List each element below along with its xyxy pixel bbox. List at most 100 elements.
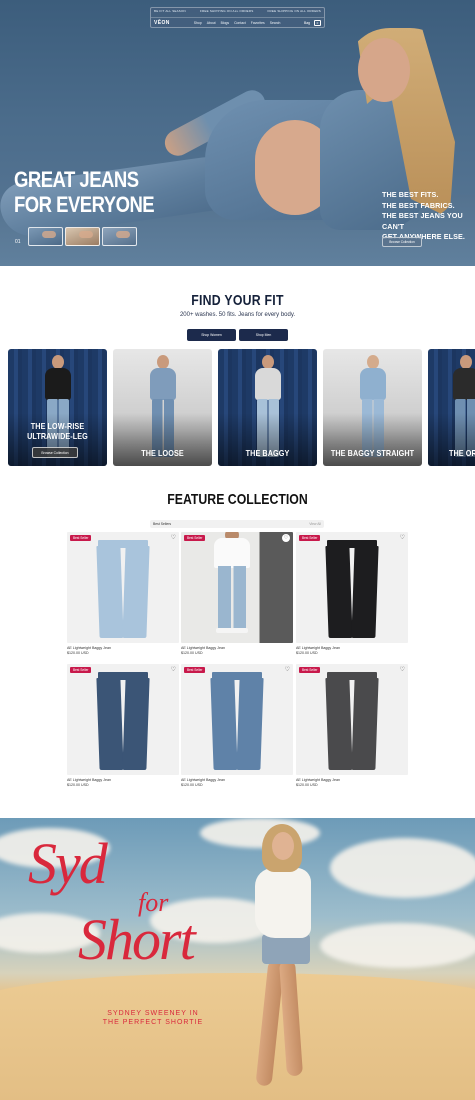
view-all-link[interactable]: View All xyxy=(309,522,321,526)
product-card[interactable]: Best Seller ♡ AE Lightweight Baggy Jean … xyxy=(296,664,408,787)
nav-favorites[interactable]: Favorites xyxy=(251,21,265,25)
campaign-subtitle-line2: THE PERFECT SHORTIE xyxy=(102,1019,204,1026)
fit-card-label: THE LOOSE xyxy=(141,448,184,458)
model-head xyxy=(51,355,64,369)
filter-label[interactable]: Best Sellers xyxy=(153,522,171,526)
sand-dune xyxy=(0,973,475,1100)
fit-card-original[interactable]: THE ORIGIN xyxy=(428,349,475,466)
nav-shop[interactable]: Shop xyxy=(194,21,202,25)
fit-card-label-line2: ULTRAWIDE-LEG xyxy=(27,431,88,441)
product-name[interactable]: AE Lightweight Baggy Jean xyxy=(67,778,179,782)
campaign-title-syd: Syd xyxy=(28,831,108,896)
campaign-subtitle: SYDNEY SWEENEY IN THE PERFECT SHORTIE xyxy=(88,1009,218,1027)
fit-card-low-rise[interactable]: THE LOW-RISE ULTRAWIDE-LEG Browse Collec… xyxy=(8,349,107,466)
product-price: $120.00 USD xyxy=(67,783,89,787)
fit-card-baggy-straight[interactable]: THE BAGGY STRAIGHT xyxy=(323,349,422,466)
jeans-illustration xyxy=(210,672,264,770)
jeans-leg xyxy=(351,678,379,770)
cloud xyxy=(200,818,320,848)
fit-model xyxy=(355,355,391,463)
site-logo[interactable]: VĒON xyxy=(154,20,170,26)
fit-model xyxy=(250,355,286,463)
product-model xyxy=(209,532,255,643)
fit-card-browse-button[interactable]: Browse Collection xyxy=(32,447,78,458)
hero-selling-points: THE BEST FITS. THE BEST FABRICS. THE BES… xyxy=(382,190,475,243)
campaign-banner[interactable]: Syd for Short xyxy=(0,818,475,1100)
product-price: $120.00 USD xyxy=(296,783,318,787)
model-top xyxy=(453,368,475,400)
jeans-illustration xyxy=(325,672,379,770)
product-name[interactable]: AE Lightweight Baggy Jean xyxy=(67,646,179,650)
jeans-leg xyxy=(122,546,150,638)
shop-women-button[interactable]: Shop Women xyxy=(187,329,236,341)
hero-point: THE BEST FITS. xyxy=(382,190,439,199)
fit-card-label: THE ORIGIN xyxy=(449,448,475,458)
heart-icon[interactable]: ♡ xyxy=(400,666,405,673)
product-image[interactable]: Best Seller ♡ xyxy=(181,532,293,643)
campaign-model-shorts xyxy=(262,934,310,964)
product-name[interactable]: AE Lightweight Baggy Jean xyxy=(181,646,293,650)
bag-button[interactable]: Bag 0 xyxy=(304,19,321,26)
browse-collection-button[interactable]: Browse Collection xyxy=(382,237,422,247)
best-seller-badge: Best Seller xyxy=(299,667,321,673)
best-seller-badge: Best Seller xyxy=(70,667,92,673)
model-shoes xyxy=(216,628,248,633)
model-jeans xyxy=(218,566,246,630)
product-price: $120.00 USD xyxy=(181,783,203,787)
fit-card-label: THE BAGGY xyxy=(245,448,290,458)
product-card[interactable]: Best Seller ♡ AE Lightweight Baggy Jean … xyxy=(67,664,179,787)
fit-card-label: THE BAGGY STRAIGHT xyxy=(330,448,415,458)
heart-icon[interactable]: ♡ xyxy=(171,666,176,673)
heart-icon[interactable]: ♡ xyxy=(171,534,176,541)
hero-thumbnail[interactable] xyxy=(102,227,137,246)
heart-icon[interactable]: ♡ xyxy=(400,534,405,541)
nav-links: Shop About Blogs Contact Favorites Searc… xyxy=(194,21,281,25)
jeans-leg xyxy=(96,546,124,638)
shop-men-button[interactable]: Shop Men xyxy=(239,329,288,341)
product-card[interactable]: Best Seller ♡ AE Lightweight Baggy Jean … xyxy=(67,532,179,655)
fit-card-baggy[interactable]: THE BAGGY xyxy=(218,349,317,466)
hero-thumbnail[interactable] xyxy=(28,227,63,246)
cloud xyxy=(320,923,475,968)
product-image[interactable]: Best Seller ♡ xyxy=(67,532,179,643)
product-image[interactable]: Best Seller ♡ xyxy=(67,664,179,775)
jeans-leg xyxy=(210,678,238,770)
jeans-leg xyxy=(325,678,353,770)
heart-icon[interactable]: ♡ xyxy=(282,534,290,542)
nav-about[interactable]: About xyxy=(207,21,216,25)
site-header: BE FIT ALL SEASON FREE SHIPPING ON ALL O… xyxy=(150,7,325,28)
promo-left: BE FIT ALL SEASON xyxy=(154,9,186,13)
nav-search[interactable]: Search xyxy=(270,21,281,25)
cloud xyxy=(330,838,475,898)
heart-icon[interactable]: ♡ xyxy=(285,666,290,673)
product-card[interactable]: Best Seller ♡ AE Lightweight Baggy Jean … xyxy=(296,532,408,655)
product-name[interactable]: AE Lightweight Baggy Jean xyxy=(296,778,408,782)
hero-title-line2: FOR EVERYONE xyxy=(14,192,155,217)
product-card[interactable]: Best Seller ♡ AE Lightweight Baggy Jean … xyxy=(181,664,293,787)
hero-model-head xyxy=(358,38,410,102)
jeans-leg xyxy=(122,678,150,770)
nav-contact[interactable]: Contact xyxy=(234,21,246,25)
jeans-illustration xyxy=(96,672,150,770)
hero-point: THE BEST JEANS YOU CAN'T xyxy=(382,211,463,231)
product-image[interactable]: Best Seller ♡ xyxy=(296,664,408,775)
model-top xyxy=(254,368,281,400)
model-head xyxy=(366,355,379,369)
hero-thumbnail[interactable] xyxy=(65,227,100,246)
fit-card-loose[interactable]: THE LOOSE xyxy=(113,349,212,466)
jeans-leg xyxy=(236,678,264,770)
fit-section-title: FIND YOUR FIT xyxy=(191,292,284,309)
collection-filter-bar[interactable]: Best Sellers View All xyxy=(150,520,324,528)
best-seller-badge: Best Seller xyxy=(184,667,206,673)
best-seller-badge: Best Seller xyxy=(70,535,92,541)
nav-blogs[interactable]: Blogs xyxy=(221,21,229,25)
product-price: $120.00 USD xyxy=(296,651,318,655)
product-name[interactable]: AE Lightweight Baggy Jean xyxy=(181,778,293,782)
product-name[interactable]: AE Lightweight Baggy Jean xyxy=(296,646,408,650)
product-image[interactable]: Best Seller ♡ xyxy=(181,664,293,775)
product-image[interactable]: Best Seller ♡ xyxy=(296,532,408,643)
fit-card-label-line1: THE LOW-RISE xyxy=(30,421,85,431)
jeans-leg xyxy=(96,678,124,770)
model-top xyxy=(359,368,386,400)
product-card[interactable]: Best Seller ♡ AE Lightweight Baggy Jean … xyxy=(181,532,293,655)
